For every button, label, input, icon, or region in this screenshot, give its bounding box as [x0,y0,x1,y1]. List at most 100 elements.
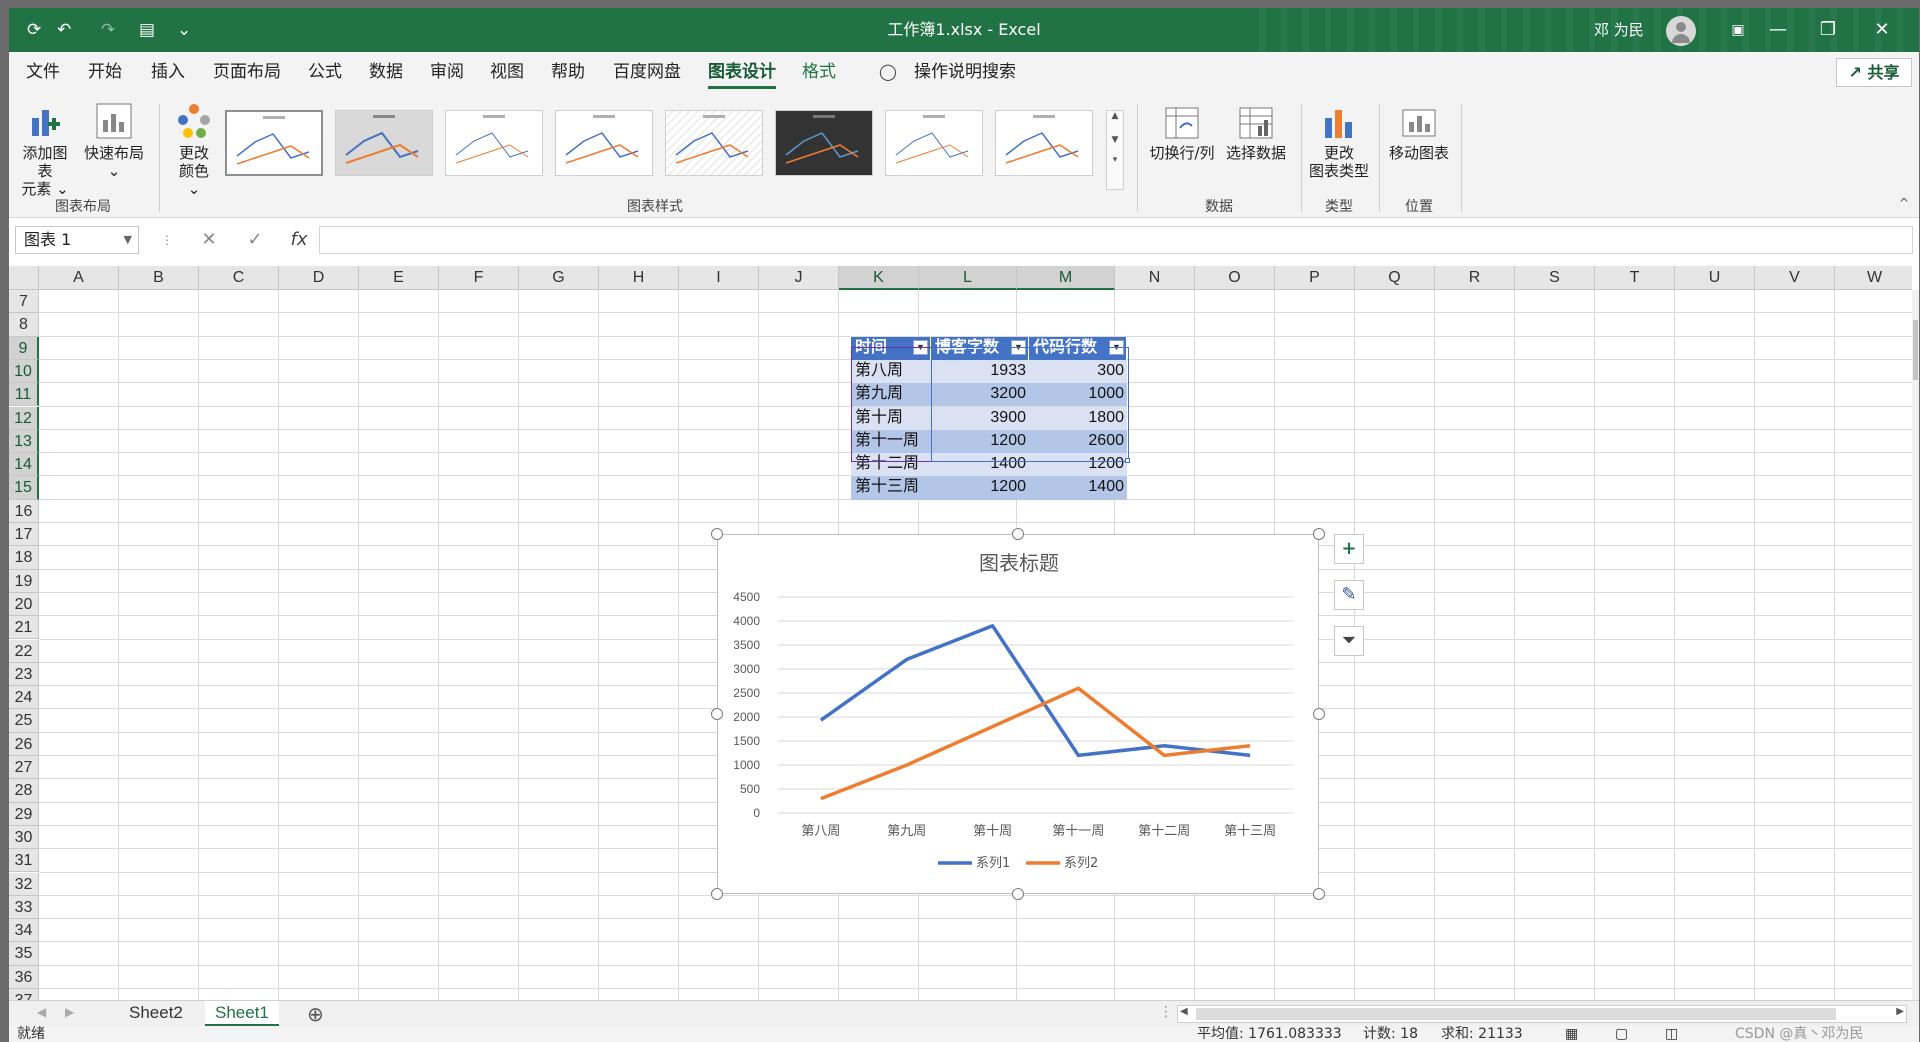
row-header[interactable]: 10 [9,359,39,384]
column-header[interactable]: Q [1355,266,1435,290]
add-chart-element-button[interactable]: 添加图表 元素 ⌄ [17,102,73,198]
column-header[interactable]: F [439,266,519,290]
page-layout-view-icon[interactable]: ▢ [1615,1026,1628,1042]
tab-chart-design[interactable]: 图表设计 [708,52,776,92]
table-cell[interactable]: 1200 [931,429,1029,454]
close-button[interactable]: ✕ [1859,8,1905,52]
tab-file[interactable]: 文件 [26,52,60,92]
select-data-button[interactable]: 选择数据 [1223,106,1289,162]
column-header[interactable]: V [1755,266,1835,290]
tab-view[interactable]: 视图 [490,52,524,92]
table-cell[interactable]: 第十二周 [851,453,931,477]
column-header[interactable]: O [1195,266,1275,290]
tab-baidu-netdisk[interactable]: 百度网盘 [613,52,681,92]
scroll-left-icon[interactable]: ◀ [1180,1006,1188,1017]
chart-resize-handle-br[interactable] [1313,888,1325,900]
row-header[interactable]: 22 [9,639,39,663]
enter-icon[interactable]: ✓ [237,226,273,254]
table-cell[interactable]: 1400 [931,453,1029,477]
table-cell[interactable]: 第十一周 [851,429,931,454]
row-header[interactable]: 21 [9,616,39,640]
row-header[interactable]: 12 [9,406,39,430]
column-header[interactable]: I [679,266,759,290]
row-header[interactable]: 27 [9,756,39,780]
chart-resize-handle-l[interactable] [711,708,723,720]
select-all-corner[interactable] [9,266,39,290]
next-sheet-icon[interactable]: ▶ [65,1005,74,1019]
tab-insert[interactable]: 插入 [151,52,185,92]
table-header-cell[interactable]: 时间 ▼ [851,336,931,360]
vertical-scroll-thumb[interactable] [1913,320,1918,380]
table-cell[interactable]: 1400 [1029,476,1127,500]
column-header[interactable]: C [199,266,279,290]
table-cell[interactable]: 3200 [931,383,1029,407]
tab-split-grip-icon[interactable]: ⋮ [1159,1004,1173,1020]
add-sheet-button[interactable]: ⊕ [307,1001,324,1027]
horizontal-scroll-thumb[interactable] [1196,1008,1836,1020]
column-header[interactable]: D [279,266,359,290]
redo-icon[interactable]: ↷ [101,18,115,42]
chart-style-4[interactable] [555,110,653,176]
chart-filters-button[interactable]: ⏷ [1334,626,1364,656]
row-header[interactable]: 37 [9,989,39,1000]
table-header-cell[interactable]: 博客字数 ▼ [931,336,1029,360]
column-header[interactable]: P [1275,266,1355,290]
insert-function-button[interactable]: fx [281,226,317,254]
row-header[interactable]: 18 [9,546,39,570]
column-header[interactable]: S [1515,266,1595,290]
chart-resize-handle-b[interactable] [1012,888,1024,900]
table-cell[interactable]: 第九周 [851,383,931,407]
chart-resize-handle-t[interactable] [1012,528,1024,540]
status-average[interactable]: 平均值: 1761.083333 [1197,1026,1342,1042]
chart-style-8[interactable] [995,110,1093,176]
row-header[interactable]: 15 [9,476,39,500]
chart-style-6[interactable] [775,110,873,176]
normal-view-icon[interactable]: ▦ [1565,1026,1578,1042]
gallery-down-icon[interactable]: ▼ [1107,135,1123,145]
chart-resize-handle-bl[interactable] [711,888,723,900]
row-header[interactable]: 9 [9,336,39,360]
quick-layout-button[interactable]: 快速布局 ⌄ [83,102,145,180]
table-cell[interactable]: 1200 [1029,453,1127,477]
tab-help[interactable]: 帮助 [551,52,585,92]
row-header[interactable]: 17 [9,523,39,547]
tab-format[interactable]: 格式 [802,52,836,92]
chart-style-5[interactable] [665,110,763,176]
page-break-view-icon[interactable]: ◫ [1665,1026,1678,1042]
gallery-up-icon[interactable]: ▲ [1107,111,1123,121]
name-box[interactable]: 图表 1 ▼ [15,226,139,254]
move-chart-button[interactable]: 移动图表 [1387,106,1451,162]
table-cell[interactable]: 1800 [1029,406,1127,430]
collapse-ribbon-icon[interactable]: ^ [1899,196,1909,210]
tab-page-layout[interactable]: 页面布局 [213,52,281,92]
row-header[interactable]: 20 [9,592,39,617]
table-cell[interactable]: 1200 [931,476,1029,500]
range-resize-handle[interactable] [1125,458,1130,463]
vertical-scrollbar[interactable] [1912,290,1919,1000]
row-header[interactable]: 8 [9,313,39,337]
restore-button[interactable]: ❐ [1805,8,1851,52]
chart-resize-handle-tr[interactable] [1313,528,1325,540]
chart-style-1[interactable] [225,110,323,176]
column-header[interactable]: M [1017,266,1115,290]
column-header[interactable]: G [519,266,599,290]
row-header[interactable]: 28 [9,779,39,803]
column-header[interactable]: W [1835,266,1912,290]
status-sum[interactable]: 求和: 21133 [1441,1026,1523,1042]
style-gallery-scroll[interactable]: ▲ ▼ ▾ [1106,110,1124,190]
tell-me-search[interactable]: 操作说明搜索 [914,52,1016,92]
table-cell[interactable]: 第八周 [851,359,931,384]
gallery-more-icon[interactable]: ▾ [1107,155,1123,165]
row-header[interactable]: 19 [9,569,39,593]
chart-resize-handle-r[interactable] [1313,708,1325,720]
column-header[interactable]: K [839,266,919,290]
prev-sheet-icon[interactable]: ◀ [37,1005,46,1019]
formula-input[interactable] [319,226,1913,254]
form-icon[interactable]: ▤ [139,18,155,42]
table-cell[interactable]: 3900 [931,406,1029,430]
switch-row-column-button[interactable]: 切换行/列 [1147,106,1217,162]
tab-review[interactable]: 审阅 [430,52,464,92]
row-header[interactable]: 33 [9,895,39,920]
row-header[interactable]: 31 [9,849,39,873]
row-header[interactable]: 13 [9,429,39,454]
